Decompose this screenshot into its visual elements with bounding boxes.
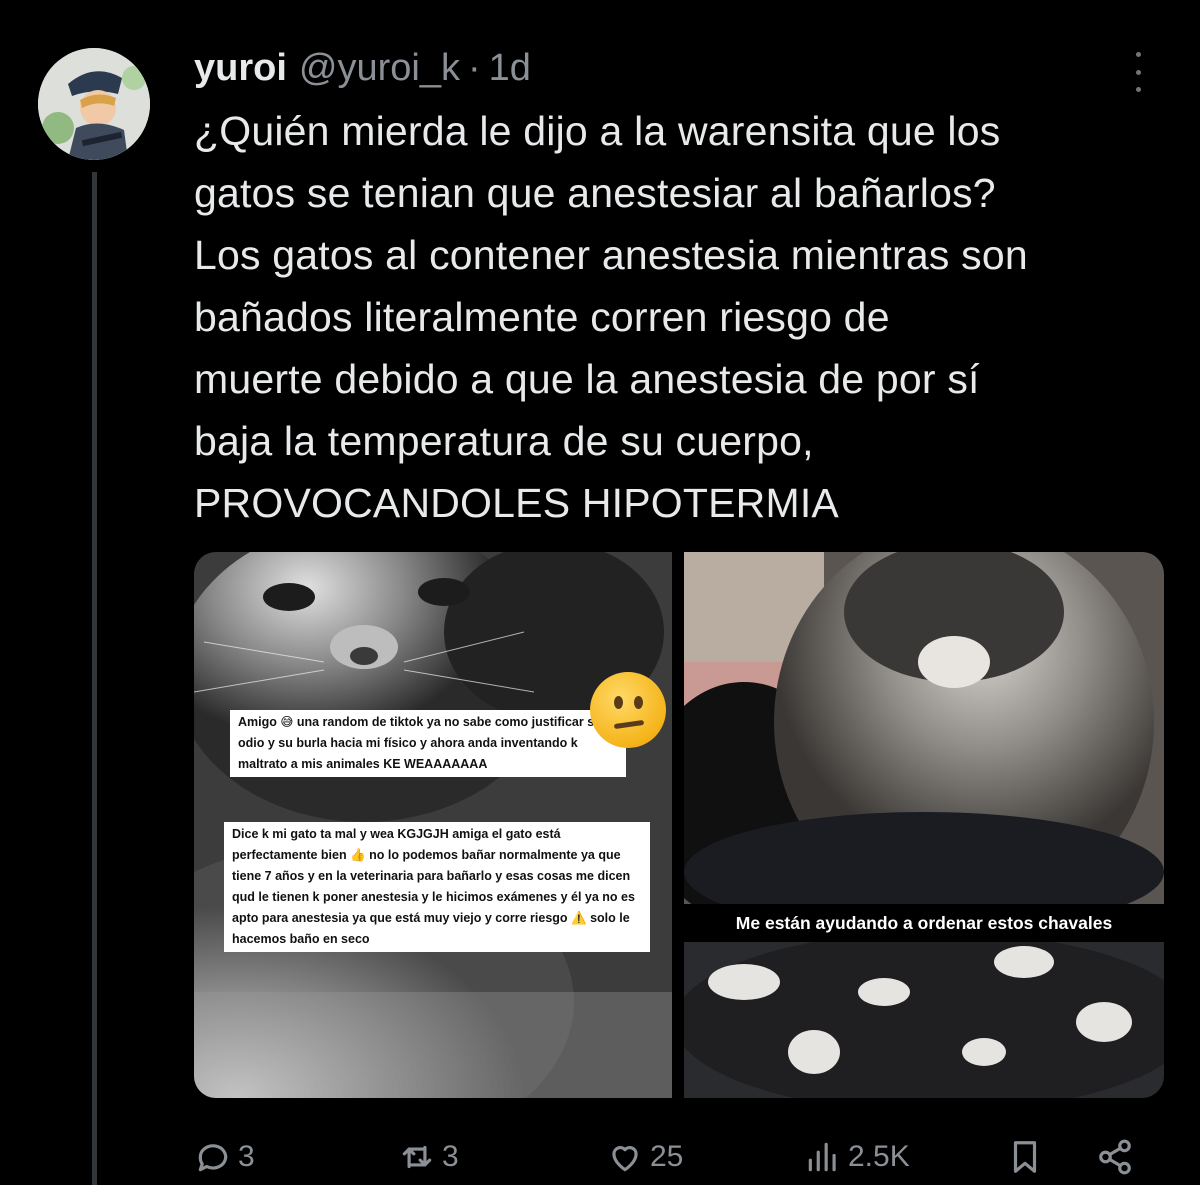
timestamp[interactable]: 1d (489, 47, 531, 90)
repost-icon (402, 1145, 432, 1169)
tweet-text: ¿Quién mierda le dijo a la warensita que… (194, 108, 1028, 526)
image-caption-top: Amigo 😅 una random de tiktok ya no sabe … (230, 710, 626, 777)
reply-icon (198, 1144, 228, 1172)
share-button[interactable] (1096, 1132, 1134, 1182)
action-bar: 3 3 25 2.5K (194, 1132, 1144, 1182)
views-icon (808, 1142, 836, 1172)
display-name[interactable]: yuroi (194, 47, 287, 90)
cats-photo (684, 552, 1164, 1098)
view-count: 2.5K (848, 1140, 910, 1173)
reply-count: 3 (238, 1140, 255, 1173)
bookmark-button[interactable] (1006, 1132, 1044, 1182)
bookmark-icon (1013, 1141, 1037, 1173)
tweet-header: yuroi @yuroi_k · 1d (194, 42, 531, 94)
like-button[interactable]: 25 (606, 1132, 683, 1182)
header-separator: · (467, 46, 481, 89)
media-grid: Amigo 😅 una random de tiktok ya no sabe … (194, 552, 1164, 1098)
user-handle[interactable]: @yuroi_k (299, 47, 460, 90)
neutral-face-emoji-icon (590, 672, 666, 748)
share-icon (1099, 1139, 1131, 1175)
image-caption-bottom: Dice k mi gato ta mal y wea KGJGJH amiga… (224, 822, 650, 952)
media-image-left[interactable]: Amigo 😅 una random de tiktok ya no sabe … (194, 552, 672, 1098)
image-caption: Me están ayudando a ordenar estos chaval… (684, 904, 1164, 942)
heart-icon (612, 1146, 638, 1172)
reply-button[interactable]: 3 (194, 1132, 255, 1182)
avatar-image (38, 48, 150, 160)
avatar[interactable] (38, 48, 150, 160)
repost-button[interactable]: 3 (398, 1132, 459, 1182)
thread-line (92, 172, 97, 1185)
repost-count: 3 (442, 1140, 459, 1173)
media-image-right[interactable]: Me están ayudando a ordenar estos chaval… (684, 552, 1164, 1098)
views-button[interactable]: 2.5K (804, 1132, 910, 1182)
more-icon[interactable] (1126, 52, 1150, 92)
like-count: 25 (650, 1140, 684, 1173)
